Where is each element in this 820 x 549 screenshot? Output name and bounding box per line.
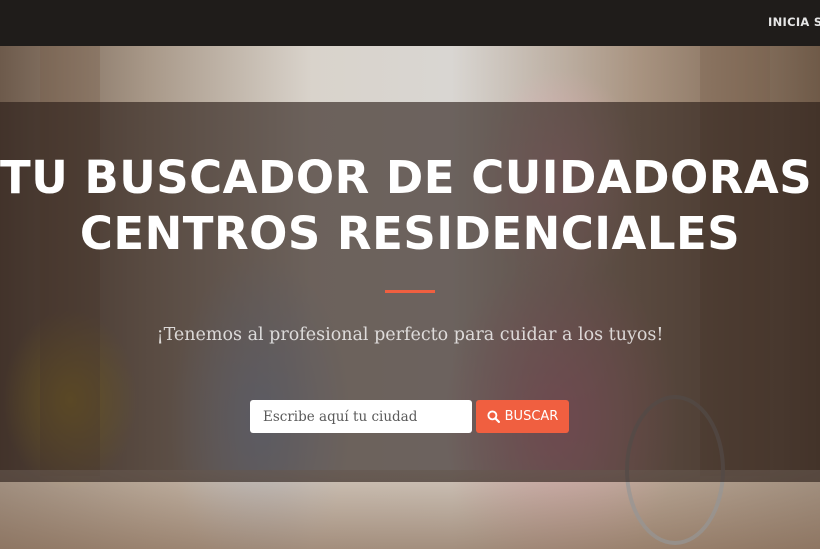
top-navbar: INICIA SESIÓN: [0, 0, 820, 46]
search-button[interactable]: BUSCAR: [476, 400, 569, 433]
hero-subtitle: ¡Tenemos al profesional perfecto para cu…: [156, 325, 664, 345]
search-button-label: BUSCAR: [504, 409, 559, 424]
hero-title: TU BUSCADOR DE CUIDADORAS Y CENTROS RESI…: [0, 150, 820, 262]
search-icon: [487, 410, 500, 423]
title-divider: [385, 290, 435, 293]
hero-title-line2: CENTROS RESIDENCIALES: [79, 207, 741, 260]
city-search-input[interactable]: [250, 400, 472, 433]
nav-login-link[interactable]: INICIA SESIÓN: [768, 15, 820, 29]
hero-title-line1: TU BUSCADOR DE CUIDADORAS Y: [0, 151, 820, 204]
